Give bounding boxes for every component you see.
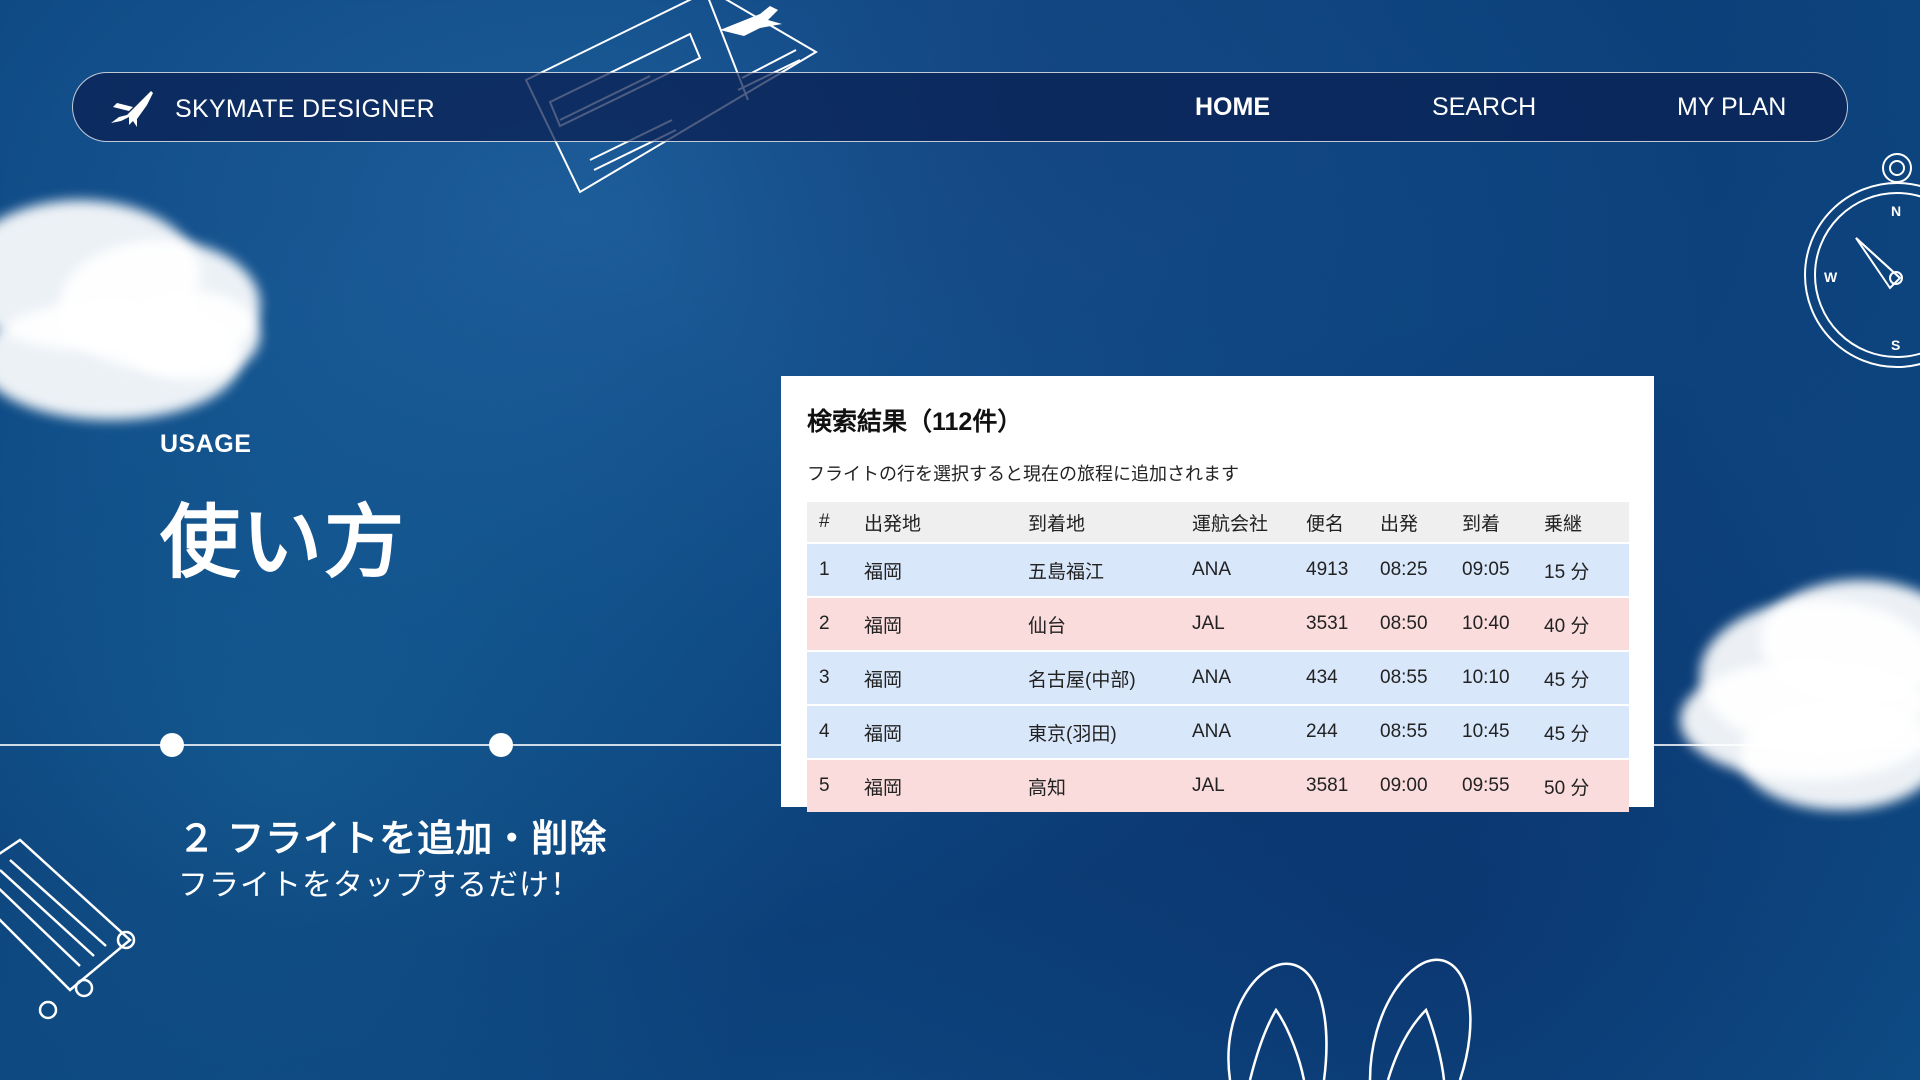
cell-departure: 09:00	[1368, 758, 1450, 812]
cell-flight: 3531	[1294, 596, 1368, 651]
cell-transfer: 45 分	[1532, 650, 1629, 705]
cell-origin: 福岡	[852, 650, 1016, 705]
cell-transfer: 45 分	[1532, 704, 1629, 759]
table-row[interactable]: 2 福岡 仙台 JAL 3531 08:50 10:40 40 分	[807, 596, 1629, 651]
cell-origin: 福岡	[852, 704, 1016, 759]
svg-text:W: W	[1824, 269, 1838, 285]
svg-text:N: N	[1891, 203, 1901, 219]
brand-name: SKYMATE DESIGNER	[175, 95, 435, 123]
table-header-row: # 出発地 到着地 運航会社 便名 出発 到着 乗継	[807, 502, 1629, 543]
table-row[interactable]: 1 福岡 五島福江 ANA 4913 08:25 09:05 15 分	[807, 542, 1629, 597]
results-subtitle: フライトの行を選択すると現在の旅程に追加されます	[807, 464, 1239, 484]
timeline-dot-1	[160, 733, 184, 757]
cell-departure: 08:55	[1368, 650, 1450, 705]
cell-destination: 五島福江	[1016, 542, 1180, 597]
column-header-transfer: 乗継	[1532, 502, 1629, 543]
cell-number: 4	[807, 704, 852, 759]
cell-arrival: 10:45	[1450, 704, 1532, 759]
cell-carrier: JAL	[1180, 758, 1294, 812]
table-row[interactable]: 5 福岡 高知 JAL 3581 09:00 09:55 50 分	[807, 758, 1629, 812]
cell-destination: 仙台	[1016, 596, 1180, 651]
search-results-panel: 検索結果（112件） フライトの行を選択すると現在の旅程に追加されます # 出発…	[781, 376, 1654, 812]
cell-flight: 4913	[1294, 542, 1368, 597]
column-header-destination: 到着地	[1016, 502, 1180, 543]
section-label: USAGE	[160, 430, 252, 458]
cell-destination: 名古屋(中部)	[1016, 650, 1180, 705]
timeline-dot-2	[489, 733, 513, 757]
cell-departure: 08:25	[1368, 542, 1450, 597]
column-header-flight: 便名	[1294, 502, 1368, 543]
cell-transfer: 50 分	[1532, 758, 1629, 812]
cell-flight: 244	[1294, 704, 1368, 759]
column-header-departure: 出発	[1368, 502, 1450, 543]
nav-search[interactable]: SEARCH	[1432, 93, 1536, 122]
airplane-icon	[107, 87, 155, 132]
cell-number: 1	[807, 542, 852, 597]
cell-flight: 3581	[1294, 758, 1368, 812]
cell-origin: 福岡	[852, 758, 1016, 812]
nav-home[interactable]: HOME	[1195, 93, 1270, 122]
brand[interactable]: SKYMATE DESIGNER	[107, 87, 435, 132]
results-title: 検索結果（112件）	[807, 408, 1023, 436]
step-description: フライトをタップするだけ！	[178, 869, 581, 902]
cell-carrier: JAL	[1180, 596, 1294, 651]
table-row[interactable]: 3 福岡 名古屋(中部) ANA 434 08:55 10:10 45 分	[807, 650, 1629, 705]
cell-origin: 福岡	[852, 542, 1016, 597]
column-header-number: #	[807, 502, 852, 543]
cell-departure: 08:55	[1368, 704, 1450, 759]
cell-number: 3	[807, 650, 852, 705]
results-table: # 出発地 到着地 運航会社 便名 出発 到着 乗継 1 福岡 五島福江 ANA…	[807, 502, 1629, 812]
flip-flops-icon	[1227, 958, 1472, 1080]
cell-carrier: ANA	[1180, 704, 1294, 759]
cell-carrier: ANA	[1180, 650, 1294, 705]
cell-carrier: ANA	[1180, 542, 1294, 597]
column-header-carrier: 運航会社	[1180, 502, 1294, 543]
table-row[interactable]: 4 福岡 東京(羽田) ANA 244 08:55 10:45 45 分	[807, 704, 1629, 759]
cell-number: 5	[807, 758, 852, 812]
svg-text:S: S	[1891, 337, 1900, 353]
cell-flight: 434	[1294, 650, 1368, 705]
cell-transfer: 15 分	[1532, 542, 1629, 597]
cell-arrival: 09:55	[1450, 758, 1532, 812]
cell-number: 2	[807, 596, 852, 651]
cell-destination: 東京(羽田)	[1016, 704, 1180, 759]
cell-arrival: 10:10	[1450, 650, 1532, 705]
top-navbar: SKYMATE DESIGNER HOME SEARCH MY PLAN	[72, 72, 1848, 142]
nav-my-plan[interactable]: MY PLAN	[1677, 93, 1786, 122]
cell-departure: 08:50	[1368, 596, 1450, 651]
suitcase-icon	[0, 838, 136, 1020]
cell-arrival: 10:40	[1450, 596, 1532, 651]
column-header-arrival: 到着	[1450, 502, 1532, 543]
cell-destination: 高知	[1016, 758, 1180, 812]
step-title: ２ フライトを追加・削除	[178, 818, 608, 859]
page-title: 使い方	[160, 498, 406, 587]
cell-arrival: 09:05	[1450, 542, 1532, 597]
cell-transfer: 40 分	[1532, 596, 1629, 651]
column-header-origin: 出発地	[852, 502, 1016, 543]
cell-origin: 福岡	[852, 596, 1016, 651]
compass-icon: N W S	[1804, 153, 1920, 368]
